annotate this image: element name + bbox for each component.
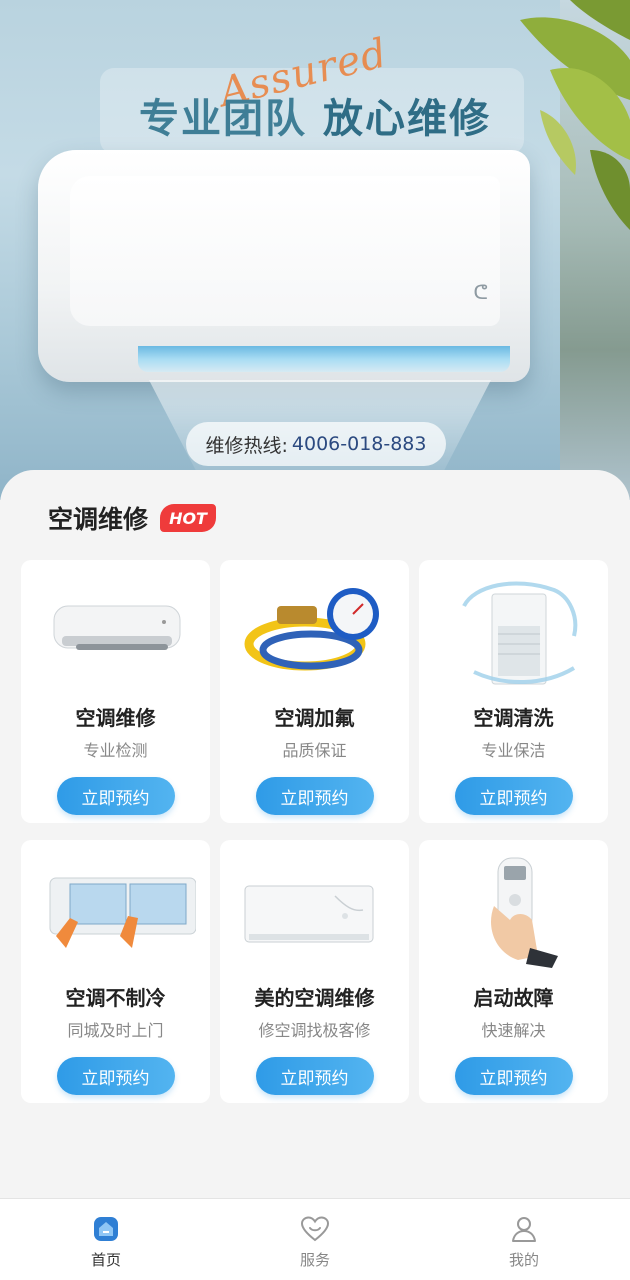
- book-now-button[interactable]: 立即预约: [255, 1057, 374, 1095]
- wall-ac-image: [36, 576, 196, 688]
- bottom-tab-bar: 首页 服务 我的: [0, 1198, 630, 1280]
- book-now-button[interactable]: 立即预约: [255, 777, 374, 815]
- wall-ac-image-2: [235, 856, 395, 968]
- ac-logo-icon: ᕦ: [473, 280, 488, 304]
- tab-mine[interactable]: 我的: [492, 1199, 556, 1280]
- service-subtitle: 专业保洁: [481, 741, 546, 760]
- service-card[interactable]: 美的空调维修 修空调找极客修 立即预约: [220, 840, 409, 1103]
- service-section: 空调维修 HOT 空调维修 专业检测 立即预约 空调加氟 品质保证 立即预约 空…: [0, 470, 630, 1200]
- service-subtitle: 同城及时上门: [67, 1021, 164, 1040]
- service-name: 空调不制冷: [65, 986, 166, 1010]
- ac-filter-cleaning-image: [36, 856, 196, 968]
- service-card[interactable]: 启动故障 快速解决 立即预约: [419, 840, 608, 1103]
- banner-headline: 专业团队 放心维修: [0, 86, 630, 144]
- service-name: 空调维修: [75, 706, 156, 730]
- tab-service-label: 服务: [299, 1251, 330, 1269]
- tab-service[interactable]: 服务: [283, 1199, 347, 1280]
- service-card[interactable]: 空调加氟 品质保证 立即预约: [220, 560, 409, 823]
- hotline-number[interactable]: 4006-018-883: [292, 433, 427, 455]
- service-subtitle: 品质保证: [282, 741, 347, 760]
- service-grid: 空调维修 专业检测 立即预约 空调加氟 品质保证 立即预约 空调清洗 专业保洁 …: [21, 560, 610, 1103]
- section-title: 空调维修: [48, 505, 149, 534]
- book-now-button[interactable]: 立即预约: [56, 777, 175, 815]
- ac-front-panel: [70, 176, 500, 326]
- tab-home-label: 首页: [90, 1251, 121, 1269]
- service-subtitle: 快速解决: [481, 1021, 546, 1040]
- service-subtitle: 专业检测: [83, 741, 148, 760]
- hero-banner: Assured 专业团队 放心维修 ᕦ 维修热线: 4006-018-883: [0, 0, 630, 500]
- book-now-button[interactable]: 立即预约: [454, 1057, 573, 1095]
- service-subtitle: 修空调找极客修: [258, 1021, 371, 1040]
- book-now-button[interactable]: 立即预约: [454, 777, 573, 815]
- home-icon: [94, 1217, 118, 1241]
- hot-badge: HOT: [160, 504, 217, 532]
- hotline-label: 维修热线:: [205, 434, 288, 457]
- section-header: 空调维修 HOT: [48, 500, 217, 536]
- headline-part-1: 专业团队: [139, 96, 308, 142]
- service-name: 空调清洗: [473, 706, 554, 730]
- user-icon: [512, 1217, 536, 1242]
- service-card[interactable]: 空调不制冷 同城及时上门 立即预约: [21, 840, 210, 1103]
- service-name: 美的空调维修: [254, 986, 375, 1010]
- service-card[interactable]: 空调清洗 专业保洁 立即预约: [419, 560, 608, 823]
- hotline-button[interactable]: 维修热线: 4006-018-883: [186, 422, 446, 466]
- heart-icon: [300, 1216, 330, 1242]
- tab-home[interactable]: 首页: [74, 1199, 138, 1280]
- tab-mine-label: 我的: [508, 1251, 539, 1269]
- service-card[interactable]: 空调维修 专业检测 立即预约: [21, 560, 210, 823]
- service-name: 空调加氟: [274, 706, 355, 730]
- ac-air-vent: [138, 346, 510, 372]
- headline-part-2: 放心维修: [322, 96, 491, 142]
- service-name: 启动故障: [473, 986, 554, 1010]
- remote-control-image: [434, 856, 594, 968]
- refrigerant-gauge-image: [235, 576, 395, 688]
- air-conditioner-illustration: ᕦ: [38, 150, 530, 382]
- floor-ac-image: [434, 576, 594, 688]
- book-now-button[interactable]: 立即预约: [56, 1057, 175, 1095]
